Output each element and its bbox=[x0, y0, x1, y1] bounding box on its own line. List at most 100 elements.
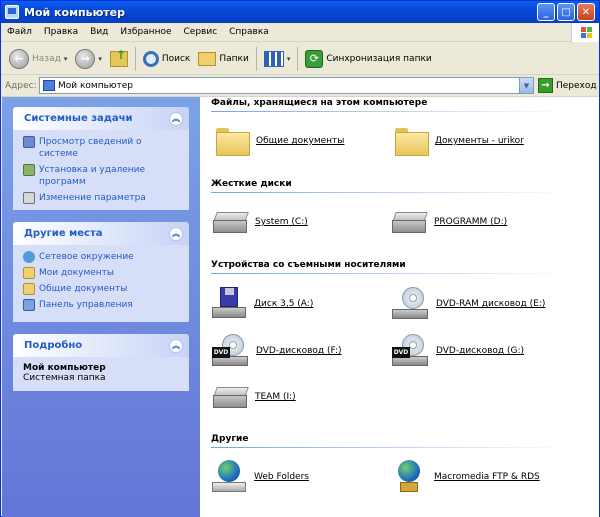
ftp-globe-icon bbox=[392, 460, 426, 494]
item-drive-a[interactable]: Диск 3,5 (A:) bbox=[212, 287, 313, 321]
item-label: System (C:) bbox=[255, 217, 308, 227]
collapse-chevron-icon[interactable]: ︽ bbox=[169, 226, 183, 241]
place-shared-documents[interactable]: Общие документы bbox=[23, 283, 181, 295]
sync-button[interactable]: ⟳ Синхронизация папки bbox=[301, 46, 435, 72]
minimize-button[interactable]: _ bbox=[537, 3, 555, 21]
address-dropdown-button[interactable]: ▼ bbox=[519, 78, 533, 93]
back-label: Назад bbox=[32, 53, 61, 64]
item-drive-g[interactable]: DVD DVD-дисковод (G:) bbox=[392, 334, 524, 368]
place-network[interactable]: Сетевое окружение bbox=[23, 251, 181, 263]
collapse-chevron-icon[interactable]: ︽ bbox=[169, 111, 183, 126]
folder-icon bbox=[23, 283, 35, 295]
floppy-drive-icon bbox=[212, 287, 246, 321]
window-title: Мой компьютер bbox=[24, 5, 126, 19]
dropdown-icon[interactable]: ▾ bbox=[64, 55, 68, 63]
sync-label: Синхронизация папки bbox=[326, 53, 432, 64]
group-title: Файлы, хранящиеся на этом компьютере bbox=[211, 98, 428, 108]
menu-favorites[interactable]: Избранное bbox=[114, 27, 177, 37]
sync-icon: ⟳ bbox=[305, 49, 324, 68]
search-button[interactable]: Поиск bbox=[139, 46, 195, 72]
group-header-files: Файлы, хранящиеся на этом компьютере bbox=[211, 98, 591, 112]
task-label: Установка и удаление программ bbox=[39, 165, 146, 187]
task-label: Изменение параметра bbox=[39, 193, 146, 203]
menu-file[interactable]: Файл bbox=[1, 27, 38, 37]
item-drive-e[interactable]: DVD-RAM дисковод (E:) bbox=[392, 287, 545, 321]
item-label: Общие документы bbox=[256, 136, 345, 146]
address-input[interactable]: Мой компьютер ▼ bbox=[39, 77, 534, 94]
detail-type: Системная папка bbox=[23, 373, 106, 383]
search-label: Поиск bbox=[161, 53, 191, 64]
menu-edit[interactable]: Правка bbox=[38, 27, 84, 37]
forward-button[interactable]: → ▾ bbox=[71, 46, 106, 72]
close-button[interactable]: ✕ bbox=[577, 3, 595, 21]
item-label: DVD-дисковод (G:) bbox=[436, 346, 524, 356]
menu-view[interactable]: Вид bbox=[84, 27, 114, 37]
menu-help[interactable]: Справка bbox=[223, 27, 275, 37]
other-places-header[interactable]: Другие места ︽ bbox=[13, 222, 189, 245]
settings-icon bbox=[23, 192, 35, 204]
item-drive-d[interactable]: PROGRAMM (D:) bbox=[392, 212, 507, 233]
removable-drive-icon bbox=[213, 387, 247, 408]
dropdown-icon[interactable]: ▾ bbox=[287, 55, 291, 63]
group-title: Другие bbox=[211, 434, 249, 444]
group-divider bbox=[211, 111, 571, 112]
place-my-documents[interactable]: Мои документы bbox=[23, 267, 181, 279]
back-arrow-icon: ← bbox=[9, 48, 29, 69]
details-panel: Подробно ︽ Мой компьютер Системная папка bbox=[13, 334, 189, 391]
documents-icon bbox=[23, 267, 35, 279]
hard-drive-icon bbox=[213, 212, 247, 233]
item-drive-i[interactable]: TEAM (I:) bbox=[213, 387, 296, 408]
detail-name: Мой компьютер bbox=[23, 363, 106, 373]
up-button[interactable]: ↑ bbox=[106, 46, 132, 72]
menu-tools[interactable]: Сервис bbox=[178, 27, 224, 37]
item-label: Web Folders bbox=[254, 472, 309, 482]
task-pane: Системные задачи ︽ Просмотр сведений о с… bbox=[2, 97, 200, 517]
address-value: Мой компьютер bbox=[58, 80, 133, 91]
toolbar-separator bbox=[134, 46, 136, 71]
network-icon bbox=[23, 251, 35, 263]
system-tasks-header[interactable]: Системные задачи ︽ bbox=[13, 107, 189, 130]
panel-title: Системные задачи bbox=[24, 113, 133, 124]
views-button[interactable]: ▾ bbox=[260, 46, 295, 72]
go-label: Переход bbox=[556, 80, 597, 91]
item-label: Macromedia FTP & RDS bbox=[434, 472, 540, 482]
forward-arrow-icon: → bbox=[75, 48, 96, 69]
place-control-panel[interactable]: Панель управления bbox=[23, 299, 181, 311]
task-change-setting[interactable]: Изменение параметра bbox=[23, 192, 181, 204]
group-header-hdd: Жесткие диски bbox=[211, 179, 591, 193]
item-label: DVD-RAM дисковод (E:) bbox=[436, 299, 546, 309]
item-drive-f[interactable]: DVD DVD-дисковод (F:) bbox=[212, 334, 342, 368]
group-header-other: Другие bbox=[211, 434, 591, 448]
back-button[interactable]: ← Назад ▾ bbox=[5, 46, 71, 72]
item-web-folders[interactable]: Web Folders bbox=[212, 460, 309, 494]
group-title: Жесткие диски bbox=[211, 179, 292, 189]
item-macromedia-ftp[interactable]: Macromedia FTP & RDS bbox=[392, 460, 540, 494]
task-view-system-info[interactable]: Просмотр сведений о системе bbox=[23, 136, 181, 160]
folders-icon bbox=[198, 51, 217, 66]
other-places-panel: Другие места ︽ Сетевое окружение Мои док… bbox=[13, 222, 189, 322]
content-pane: Файлы, хранящиеся на этом компьютере Общ… bbox=[200, 97, 599, 517]
toolbar-separator bbox=[255, 46, 257, 71]
item-drive-c[interactable]: System (C:) bbox=[213, 212, 308, 233]
title-bar[interactable]: Мой компьютер _ □ ✕ bbox=[1, 1, 599, 23]
task-add-remove-programs[interactable]: Установка и удаление программ bbox=[23, 164, 181, 188]
go-arrow-icon: → bbox=[538, 78, 553, 93]
details-header[interactable]: Подробно ︽ bbox=[13, 334, 189, 357]
place-label: Мои документы bbox=[39, 268, 115, 278]
toolbar: ← Назад ▾ → ▾ ↑ Поиск Папки ▾ ⟳ Синхрони… bbox=[1, 43, 599, 75]
address-bar: Адрес: Мой компьютер ▼ → Переход bbox=[1, 75, 599, 97]
maximize-button[interactable]: □ bbox=[557, 3, 575, 21]
item-shared-documents[interactable]: Общие документы bbox=[216, 128, 345, 156]
dropdown-icon[interactable]: ▾ bbox=[98, 55, 102, 63]
item-label: TEAM (I:) bbox=[255, 392, 296, 402]
go-button[interactable]: → Переход bbox=[538, 78, 597, 93]
item-documents-urikor[interactable]: Документы - urikor bbox=[395, 128, 524, 156]
explorer-window: Мой компьютер _ □ ✕ Файл Правка Вид Избр… bbox=[0, 0, 600, 517]
computer-icon bbox=[43, 80, 55, 91]
system-tasks-panel: Системные задачи ︽ Просмотр сведений о с… bbox=[13, 107, 189, 210]
folders-button[interactable]: Папки bbox=[194, 46, 252, 72]
hard-drive-icon bbox=[392, 212, 426, 233]
collapse-chevron-icon[interactable]: ︽ bbox=[169, 338, 183, 353]
group-title: Устройства со съемными носителями bbox=[211, 260, 406, 270]
my-computer-icon bbox=[5, 5, 19, 19]
